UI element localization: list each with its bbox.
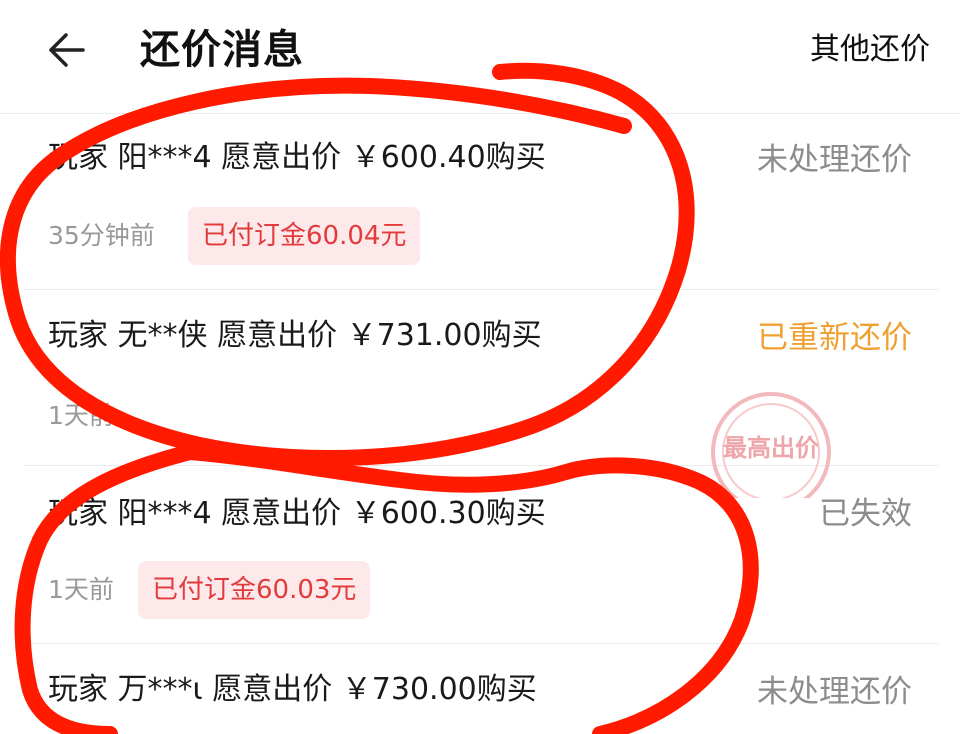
offer-status: 已重新还价: [757, 320, 912, 356]
offer-price: ￥600.40: [350, 140, 486, 175]
offer-row[interactable]: 玩家 阳***4 愿意出价 ￥600.40购买 未处理还价 35分钟前 已付订金…: [0, 114, 960, 290]
player-name: 玩家 无**侠: [48, 318, 218, 353]
player-name: 玩家 阳***4: [48, 496, 222, 531]
offer-time: 1天前: [48, 575, 114, 604]
other-offers-button[interactable]: 其他还价: [810, 28, 930, 72]
offer-intent: 愿意出价: [217, 318, 347, 353]
offer-status: 未处理还价: [757, 142, 912, 178]
player-name: 玩家 阳***4: [48, 140, 222, 175]
back-button[interactable]: [38, 24, 94, 76]
offer-action: 购买: [485, 496, 546, 531]
offer-status: 已失效: [819, 496, 912, 532]
offer-intent: 愿意出价: [221, 496, 351, 531]
offer-text: 玩家 无**侠 愿意出价 ￥731.00购买: [48, 314, 542, 358]
offer-intent: 愿意出价: [221, 140, 351, 175]
offer-action: 购买: [485, 140, 546, 175]
offer-action: 购买: [481, 318, 542, 353]
offer-row[interactable]: 玩家 万***ι 愿意出价 ￥730.00购买 未处理还价: [0, 644, 960, 734]
offer-intent: 愿意出价: [212, 672, 342, 707]
top-bar: 还价消息 其他还价: [0, 0, 960, 110]
player-name: 玩家 万***ι: [48, 672, 213, 707]
offer-price: ￥600.30: [350, 496, 486, 531]
offer-text: 玩家 阳***4 愿意出价 ￥600.40购买: [48, 136, 546, 180]
offer-status: 未处理还价: [757, 674, 912, 710]
offer-price: ￥730.00: [341, 672, 477, 707]
arrow-left-icon: [49, 33, 85, 67]
offer-row[interactable]: 玩家 阳***4 愿意出价 ￥600.30购买 已失效 1天前 已付订金60.0…: [0, 466, 960, 644]
offer-time: 1天前: [48, 401, 114, 430]
offer-action: 购买: [476, 672, 537, 707]
offer-time: 35分钟前: [48, 221, 155, 250]
page-title: 还价消息: [140, 27, 304, 73]
offer-price: ￥731.00: [346, 318, 482, 353]
offer-text: 玩家 阳***4 愿意出价 ￥600.30购买: [48, 492, 546, 536]
deposit-badge: 已付订金60.03元: [138, 561, 371, 619]
deposit-badge: 已付订金60.04元: [188, 207, 421, 265]
offer-row[interactable]: 玩家 无**侠 愿意出价 ￥731.00购买 已重新还价 1天前: [0, 290, 960, 466]
offer-text: 玩家 万***ι 愿意出价 ￥730.00购买: [48, 668, 537, 712]
